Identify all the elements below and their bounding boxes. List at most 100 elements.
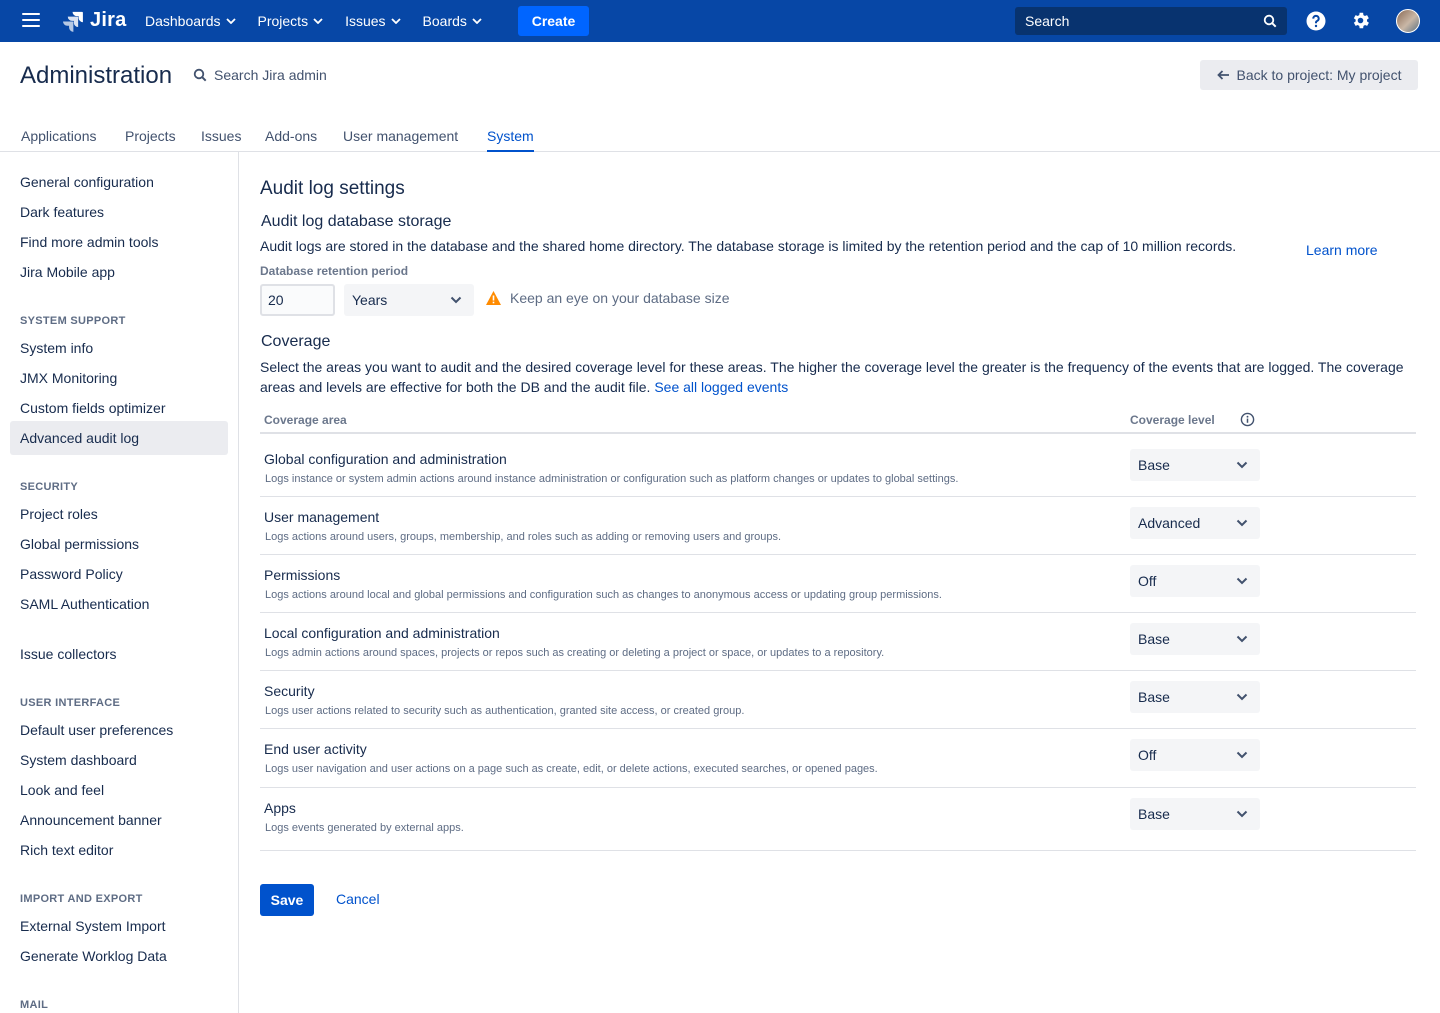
admin-search-button[interactable]: Search Jira admin xyxy=(193,67,327,83)
nav-issues-label: Issues xyxy=(345,13,386,29)
info-icon[interactable] xyxy=(1240,412,1255,427)
coverage-level-value: Advanced xyxy=(1138,515,1201,531)
sidebar-heading-import-export: IMPORT AND EXPORT xyxy=(20,893,143,905)
cancel-button[interactable]: Cancel xyxy=(336,891,380,907)
coverage-level-select[interactable]: Advanced xyxy=(1130,507,1260,539)
sidebar-item-default-user-preferences[interactable]: Default user preferences xyxy=(10,714,228,746)
nav-projects[interactable]: Projects xyxy=(258,13,324,29)
nav-projects-label: Projects xyxy=(257,13,309,29)
search-icon xyxy=(1263,14,1277,28)
coverage-row-security: Security Logs user actions related to se… xyxy=(260,671,1416,729)
sidebar-heading-security: SECURITY xyxy=(20,481,79,493)
tab-issues[interactable]: Issues xyxy=(201,128,241,150)
page-title: Administration xyxy=(20,62,173,89)
back-to-project-button[interactable]: Back to project: My project xyxy=(1200,60,1418,90)
row-title: Security xyxy=(264,683,315,699)
row-description: Logs admin actions around spaces, projec… xyxy=(265,647,885,659)
sidebar-item-find-more-admin-tools[interactable]: Find more admin tools xyxy=(10,226,228,258)
tab-projects[interactable]: Projects xyxy=(125,128,176,150)
sidebar-item-project-roles[interactable]: Project roles xyxy=(10,498,228,530)
row-description: Logs instance or system admin actions ar… xyxy=(265,473,959,485)
search-placeholder: Search xyxy=(1025,13,1070,29)
coverage-row-global-configuration: Global configuration and administration … xyxy=(260,436,1416,497)
row-description: Logs actions around local and global per… xyxy=(265,589,942,601)
sidebar-heading-user-interface: USER INTERFACE xyxy=(20,697,121,709)
see-all-logged-events-link[interactable]: See all logged events xyxy=(654,379,788,395)
coverage-level-value: Base xyxy=(1138,631,1170,647)
help-icon[interactable] xyxy=(1306,11,1326,31)
chevron-down-icon xyxy=(1236,693,1248,701)
coverage-row-apps: Apps Logs events generated by external a… xyxy=(260,788,1416,851)
retention-period-input[interactable] xyxy=(260,284,335,316)
sidebar-item-system-info[interactable]: System info xyxy=(10,332,228,364)
sidebar-item-system-dashboard[interactable]: System dashboard xyxy=(10,744,228,776)
nav-issues[interactable]: Issues xyxy=(345,13,401,29)
coverage-level-select[interactable]: Base xyxy=(1130,623,1260,655)
retention-unit-select[interactable]: Years xyxy=(344,284,474,316)
coverage-table-header: Coverage area Coverage level xyxy=(260,412,1416,434)
jira-logo-icon xyxy=(63,11,83,32)
chevron-down-icon xyxy=(472,18,482,24)
sidebar-item-look-and-feel[interactable]: Look and feel xyxy=(10,774,228,806)
coverage-level-value: Off xyxy=(1138,747,1157,763)
admin-sidebar: General configuration Dark features Find… xyxy=(0,152,239,1013)
nav-dashboards[interactable]: Dashboards xyxy=(145,13,236,29)
sidebar-item-advanced-audit-log[interactable]: Advanced audit log xyxy=(10,421,228,455)
tab-applications[interactable]: Applications xyxy=(21,128,97,150)
coverage-level-value: Base xyxy=(1138,806,1170,822)
sidebar-item-external-system-import[interactable]: External System Import xyxy=(10,910,228,942)
nav-boards[interactable]: Boards xyxy=(423,13,482,29)
nav-boards-label: Boards xyxy=(422,13,467,29)
top-navigation: Jira Dashboards Projects Issues Boards C… xyxy=(0,0,1440,42)
sidebar-item-rich-text-editor[interactable]: Rich text editor xyxy=(10,834,228,866)
warning-text: Keep an eye on your database size xyxy=(510,290,730,306)
coverage-level-select[interactable]: Base xyxy=(1130,681,1260,713)
sidebar-item-custom-fields-optimizer[interactable]: Custom fields optimizer xyxy=(10,392,228,424)
row-description: Logs user actions related to security su… xyxy=(265,705,745,717)
settings-title: Audit log settings xyxy=(260,178,405,199)
chevron-down-icon xyxy=(450,296,462,304)
row-title: User management xyxy=(264,509,380,525)
row-title: Local configuration and administration xyxy=(264,625,500,641)
chevron-down-icon xyxy=(1236,810,1248,818)
row-title: End user activity xyxy=(264,741,367,757)
sidebar-item-jira-mobile-app[interactable]: Jira Mobile app xyxy=(10,256,228,288)
coverage-level-select[interactable]: Off xyxy=(1130,739,1260,771)
gear-icon[interactable] xyxy=(1350,10,1371,31)
save-button[interactable]: Save xyxy=(260,884,314,916)
sidebar-item-jmx-monitoring[interactable]: JMX Monitoring xyxy=(10,362,228,394)
jira-logo[interactable]: Jira xyxy=(62,9,126,32)
coverage-heading: Coverage xyxy=(261,333,331,350)
sidebar-item-dark-features[interactable]: Dark features xyxy=(10,196,228,228)
sidebar-item-generate-worklog-data[interactable]: Generate Worklog Data xyxy=(10,940,228,972)
retention-unit-value: Years xyxy=(352,292,388,308)
tab-add-ons[interactable]: Add-ons xyxy=(265,128,317,150)
admin-search-label: Search Jira admin xyxy=(214,67,327,83)
sidebar-item-password-policy[interactable]: Password Policy xyxy=(10,558,228,590)
chevron-down-icon xyxy=(390,18,401,24)
global-search-input[interactable]: Search xyxy=(1015,7,1287,35)
sidebar-item-announcement-banner[interactable]: Announcement banner xyxy=(10,804,228,836)
learn-more-link[interactable]: Learn more xyxy=(1306,242,1378,258)
coverage-row-user-management: User management Logs actions around user… xyxy=(260,497,1416,555)
tab-system[interactable]: System xyxy=(487,128,534,152)
chevron-down-icon xyxy=(1236,635,1248,643)
coverage-description: Select the areas you want to audit and t… xyxy=(260,357,1420,397)
coverage-level-select[interactable]: Base xyxy=(1130,449,1260,481)
column-coverage-area: Coverage area xyxy=(264,413,347,427)
retention-label: Database retention period xyxy=(260,264,409,278)
coverage-level-select[interactable]: Base xyxy=(1130,798,1260,830)
nav-menu: Dashboards Projects Issues Boards xyxy=(145,0,504,42)
coverage-description-text: Select the areas you want to audit and t… xyxy=(260,359,1404,395)
sidebar-item-global-permissions[interactable]: Global permissions xyxy=(10,528,228,560)
coverage-level-select[interactable]: Off xyxy=(1130,565,1260,597)
storage-heading: Audit log database storage xyxy=(261,213,452,230)
sidebar-item-general-configuration[interactable]: General configuration xyxy=(10,166,228,198)
sidebar-item-issue-collectors[interactable]: Issue collectors xyxy=(10,638,228,670)
menu-icon[interactable] xyxy=(22,13,40,29)
row-description: Logs actions around users, groups, membe… xyxy=(265,531,782,543)
avatar[interactable] xyxy=(1396,9,1420,33)
tab-user-management[interactable]: User management xyxy=(343,128,458,150)
sidebar-item-saml-authentication[interactable]: SAML Authentication xyxy=(10,588,228,620)
create-button[interactable]: Create xyxy=(518,6,589,36)
